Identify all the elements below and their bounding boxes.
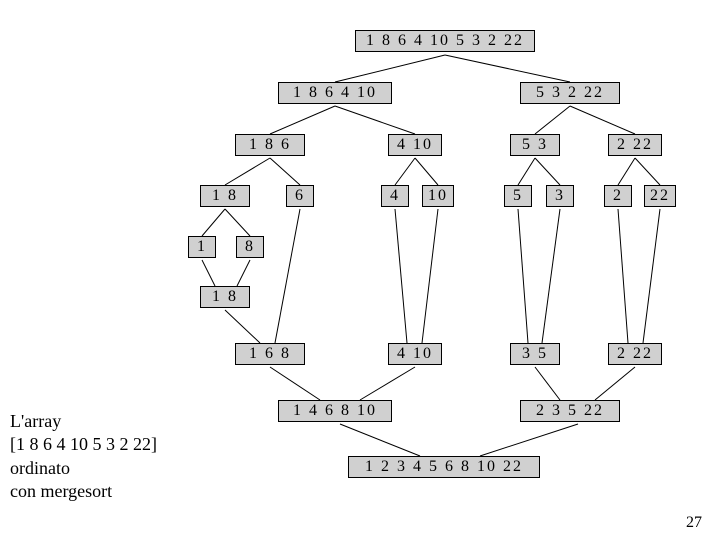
node-lllr: 8 <box>236 236 264 258</box>
node-lr: 4 10 <box>388 134 442 156</box>
node-llr: 6 <box>286 185 314 207</box>
node-lrl: 4 <box>381 185 409 207</box>
node-lll: 1 8 <box>200 185 250 207</box>
node-rrr: 22 <box>644 185 676 207</box>
node-rr-merged: 2 22 <box>608 343 662 365</box>
node-r-merged: 2 3 5 22 <box>520 400 620 422</box>
caption-block: L'array [1 8 6 4 10 5 3 2 22] ordinato c… <box>10 410 157 504</box>
node-lr-merged: 4 10 <box>388 343 442 365</box>
node-root-merged: 1 2 3 4 5 6 8 10 22 <box>348 456 540 478</box>
node-rrl: 2 <box>604 185 632 207</box>
caption-line-3: ordinato <box>10 457 157 480</box>
node-ll-merged: 1 6 8 <box>235 343 305 365</box>
node-ll: 1 8 6 <box>235 134 305 156</box>
node-l: 1 8 6 4 10 <box>278 82 392 104</box>
node-rll: 5 <box>504 185 532 207</box>
node-lll-merged: 1 8 <box>200 286 250 308</box>
node-rr: 2 22 <box>608 134 662 156</box>
caption-line-2: [1 8 6 4 10 5 3 2 22] <box>10 433 157 456</box>
node-r: 5 3 2 22 <box>520 82 620 104</box>
caption-line-4: con mergesort <box>10 480 157 503</box>
node-lrr: 10 <box>422 185 454 207</box>
node-rl: 5 3 <box>510 134 560 156</box>
node-rlr: 3 <box>546 185 574 207</box>
node-rl-merged: 3 5 <box>510 343 560 365</box>
node-l-merged: 1 4 6 8 10 <box>278 400 392 422</box>
page-number: 27 <box>686 514 702 532</box>
caption-line-1: L'array <box>10 410 157 433</box>
node-llll: 1 <box>188 236 216 258</box>
node-root: 1 8 6 4 10 5 3 2 22 <box>355 30 535 52</box>
